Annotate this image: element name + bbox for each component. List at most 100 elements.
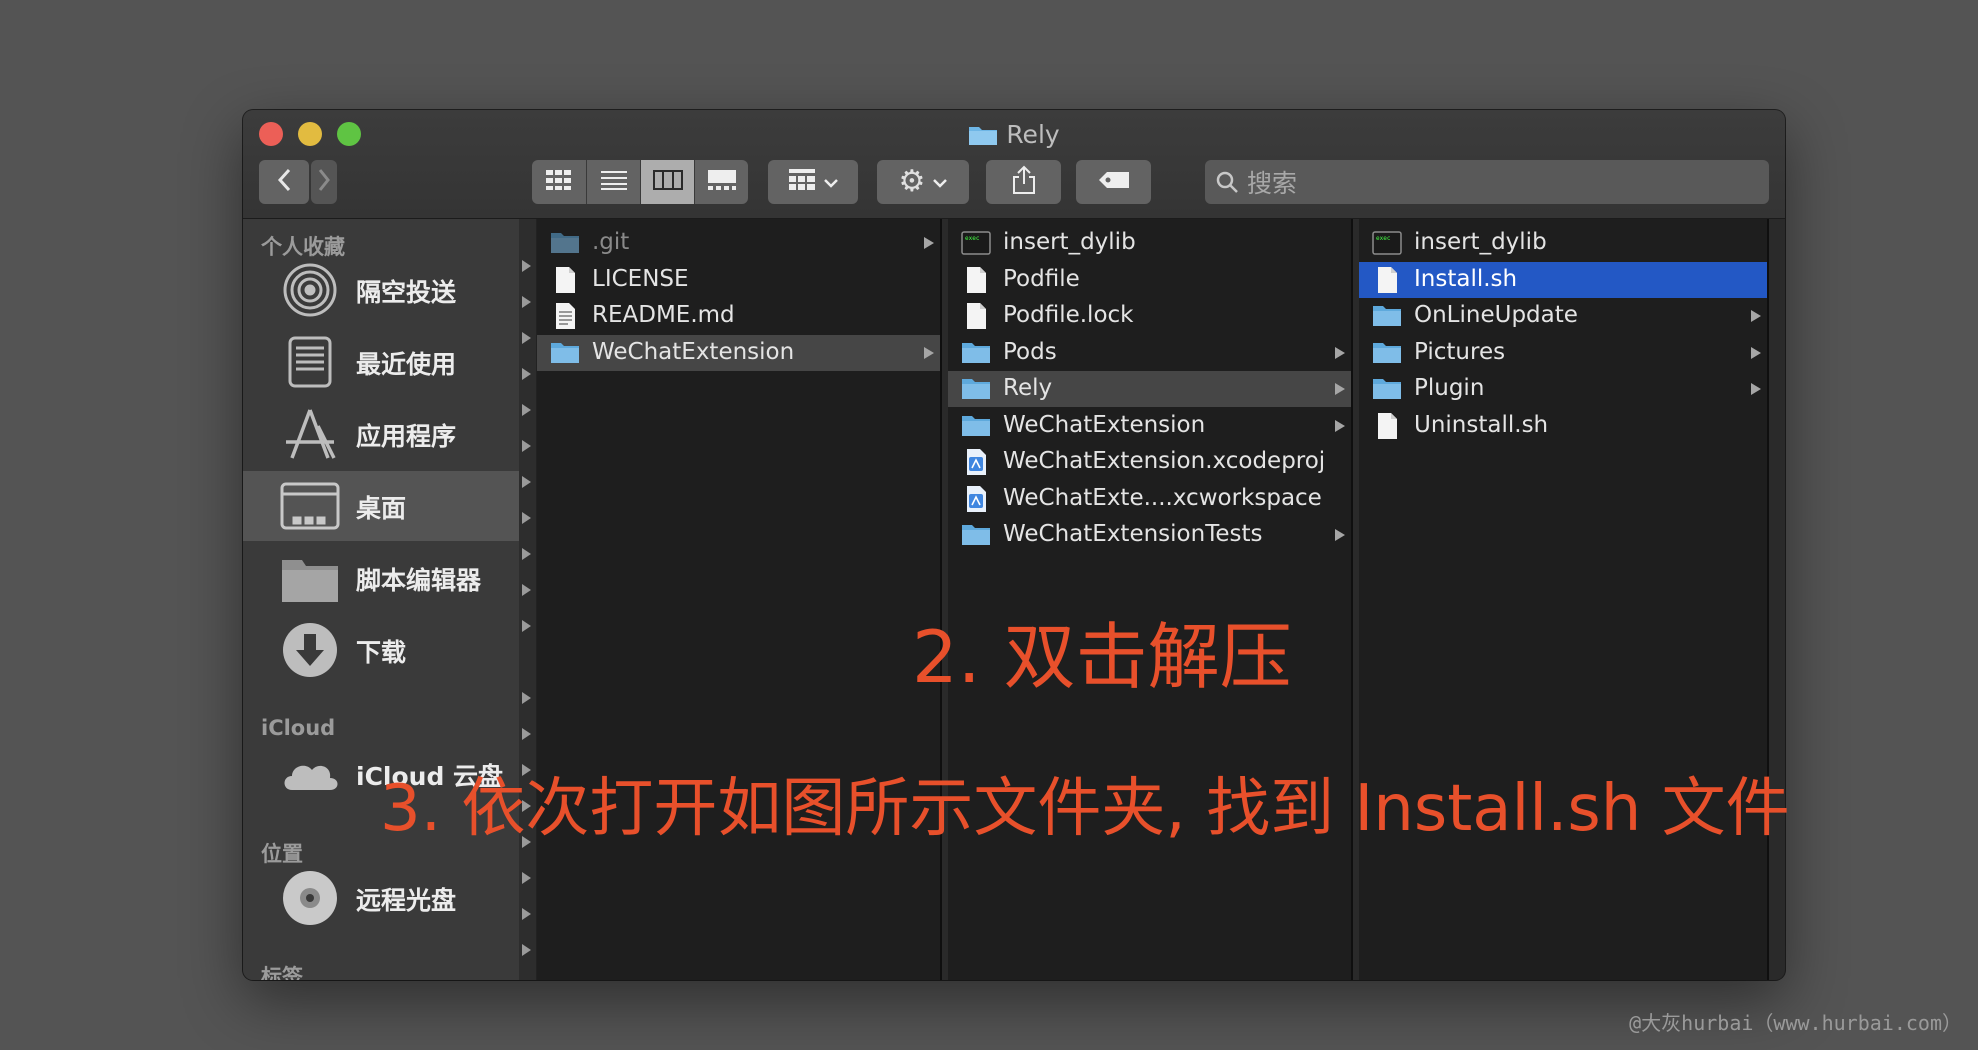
- disclosure-triangle[interactable]: [522, 440, 531, 452]
- file-row[interactable]: README.md: [537, 298, 940, 334]
- folder-icon: [961, 375, 991, 403]
- chevron-right-icon: [317, 167, 331, 197]
- sidebar-item-label: 应用程序: [356, 422, 457, 451]
- back-button[interactable]: [259, 160, 309, 204]
- disclosure-triangle[interactable]: [522, 368, 531, 380]
- disclosure-arrow-icon: [1335, 529, 1345, 541]
- disclosure-arrow-icon: [924, 346, 934, 359]
- chevron-down-icon: [933, 173, 948, 192]
- disclosure-triangle[interactable]: [522, 512, 531, 524]
- file-row[interactable]: Rely: [948, 371, 1351, 407]
- action-button[interactable]: ⚙: [877, 160, 969, 204]
- file-name: Pictures: [1414, 338, 1506, 365]
- file-row[interactable]: Pods: [948, 335, 1351, 371]
- file-name: Plugin: [1414, 375, 1485, 401]
- file-name: .git: [592, 229, 630, 255]
- disclosure-triangle[interactable]: [522, 260, 531, 272]
- file-row[interactable]: Podfile.lock: [948, 298, 1351, 334]
- sidebar-item-downloads[interactable]: 下载: [243, 615, 519, 685]
- group-grid-icon: [788, 168, 816, 196]
- forward-button[interactable]: [311, 160, 337, 204]
- watermark: @大灰hurbai（www.hurbai.com）: [1629, 1011, 1962, 1035]
- file-row[interactable]: Podfile: [948, 262, 1351, 298]
- columns-icon: [652, 169, 683, 195]
- disclosure-arrow-icon: [1751, 310, 1761, 322]
- group-by-button[interactable]: [768, 160, 858, 204]
- recents-icon: [278, 332, 342, 392]
- sidebar-section-icloud: iCloud: [261, 716, 336, 740]
- xcode-project-icon: [961, 448, 991, 476]
- disclosure-triangle[interactable]: [522, 692, 531, 704]
- finder-window: Rely ⚙ 搜索 个人收藏 隔空投送 最近使用 应用程序 桌面 脚本编辑器 下…: [243, 110, 1785, 980]
- sidebar: 个人收藏 隔空投送 最近使用 应用程序 桌面 脚本编辑器 下载 iCloud i…: [243, 219, 519, 980]
- sidebar-disclosure-strip: [519, 219, 537, 980]
- sidebar-item-airdrop[interactable]: 隔空投送: [243, 255, 519, 325]
- disclosure-triangle[interactable]: [522, 332, 531, 344]
- window-title: Rely: [243, 120, 1785, 152]
- file-name: WeChatExte....xcworkspace: [1003, 484, 1322, 511]
- column-view-button[interactable]: [641, 160, 694, 204]
- disclosure-triangle[interactable]: [522, 872, 531, 884]
- applications-icon: [278, 404, 342, 464]
- disclosure-triangle[interactable]: [522, 728, 531, 740]
- disclosure-triangle[interactable]: [522, 296, 531, 308]
- disclosure-triangle[interactable]: [522, 584, 531, 596]
- gear-icon: ⚙: [898, 164, 926, 199]
- file-name: WeChatExtension: [1003, 411, 1206, 438]
- file-row[interactable]: Uninstall.sh: [1359, 408, 1767, 444]
- share-button[interactable]: [986, 160, 1061, 204]
- airdrop-icon: [278, 260, 342, 320]
- gallery-view-button[interactable]: [695, 160, 748, 204]
- file-row[interactable]: exec insert_dylib: [1359, 225, 1767, 261]
- sidebar-item-remote-disc[interactable]: 远程光盘: [243, 863, 519, 933]
- disclosure-arrow-icon: [1335, 383, 1345, 395]
- folder-icon: [278, 548, 342, 608]
- document-icon: [550, 266, 580, 294]
- sidebar-item-recents[interactable]: 最近使用: [243, 327, 519, 397]
- file-name: Rely: [1003, 375, 1053, 401]
- sidebar-item-applications[interactable]: 应用程序: [243, 399, 519, 469]
- sidebar-item-label: 最近使用: [356, 350, 457, 379]
- file-row[interactable]: exec insert_dylib: [948, 225, 1351, 261]
- icon-view-button[interactable]: [532, 160, 586, 204]
- file-row[interactable]: WeChatExtension: [537, 334, 940, 371]
- desktop-icon: [278, 476, 342, 536]
- disclosure-triangle[interactable]: [522, 476, 531, 488]
- list-icon: [600, 170, 628, 194]
- search-field[interactable]: 搜索: [1205, 160, 1769, 204]
- tags-button[interactable]: [1076, 160, 1151, 204]
- file-row[interactable]: Pictures: [1359, 335, 1767, 371]
- list-view-button[interactable]: [587, 160, 640, 204]
- svg-text:exec: exec: [1376, 235, 1391, 242]
- file-name: Install.sh: [1414, 265, 1518, 292]
- grid-icon: [545, 169, 573, 195]
- file-row[interactable]: WeChatExtensionTests: [948, 517, 1351, 553]
- disclosure-triangle[interactable]: [522, 944, 531, 956]
- search-placeholder: 搜索: [1247, 169, 1298, 198]
- folder-icon: [961, 412, 991, 440]
- file-row[interactable]: .git: [537, 225, 940, 261]
- file-row[interactable]: WeChatExtension: [948, 408, 1351, 444]
- xcode-project-icon: [961, 485, 991, 513]
- file-name: Pods: [1003, 338, 1057, 365]
- share-icon: [1012, 165, 1036, 199]
- file-row[interactable]: WeChatExtension.xcodeproj: [948, 444, 1351, 480]
- disclosure-triangle[interactable]: [522, 404, 531, 416]
- file-name: OnLineUpdate: [1414, 302, 1578, 328]
- text-document-icon: [550, 302, 580, 330]
- file-row[interactable]: LICENSE: [537, 262, 940, 298]
- sidebar-section-tags: 标签: [261, 965, 303, 980]
- file-row[interactable]: WeChatExte....xcworkspace: [948, 481, 1351, 517]
- sidebar-item-script-editor[interactable]: 脚本编辑器: [243, 543, 519, 613]
- folder-icon: [961, 521, 991, 549]
- file-row[interactable]: OnLineUpdate: [1359, 298, 1767, 334]
- file-row[interactable]: Install.sh: [1359, 261, 1767, 298]
- disc-icon: [278, 868, 342, 928]
- file-row[interactable]: Plugin: [1359, 371, 1767, 407]
- disclosure-triangle[interactable]: [522, 908, 531, 920]
- disclosure-triangle[interactable]: [522, 620, 531, 632]
- chevron-down-icon: [824, 173, 838, 192]
- disclosure-triangle[interactable]: [522, 548, 531, 560]
- sidebar-item-desktop[interactable]: 桌面: [243, 471, 519, 541]
- folder-icon: [1372, 302, 1402, 330]
